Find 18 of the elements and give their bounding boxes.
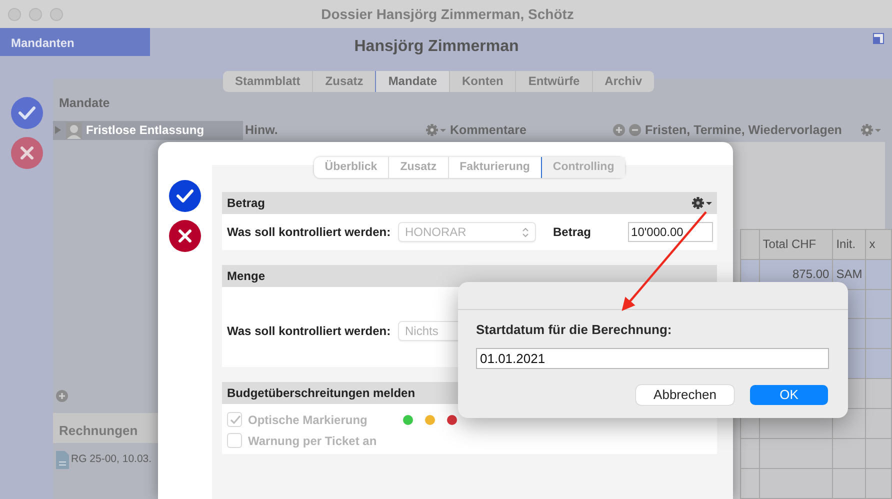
panel-title: Hinw. <box>245 122 278 139</box>
prompt-label: Startdatum für die Berechnung: <box>476 321 673 339</box>
field-label: Was soll kontrolliert werden: <box>226 224 392 241</box>
field-label: Betrag <box>552 224 592 241</box>
field-label: Was soll kontrolliert werden: <box>226 323 392 340</box>
client-name: Hansjörg Zimmerman <box>354 37 519 57</box>
mandate-name: Fristlose Entlassung <box>86 122 204 140</box>
checkbox-label: Warnung per Ticket an <box>248 432 378 450</box>
panel-title: Fristen, Termine, Wiedervorlagen <box>645 122 842 139</box>
section-title: Budgetüberschreitungen melden <box>227 385 416 402</box>
dropdown-value: HONORAR <box>405 224 466 241</box>
dropdown-value: Nichts <box>405 323 438 340</box>
section-title: Menge <box>227 268 266 285</box>
section-title: Betrag <box>227 195 266 212</box>
window-title: Dossier Hansjörg Zimmerman, Schötz <box>320 4 575 24</box>
checkbox-label: Optische Markierung <box>248 412 368 428</box>
section-title: Mandate <box>59 95 110 112</box>
panel-title: Kommentare <box>450 122 526 139</box>
